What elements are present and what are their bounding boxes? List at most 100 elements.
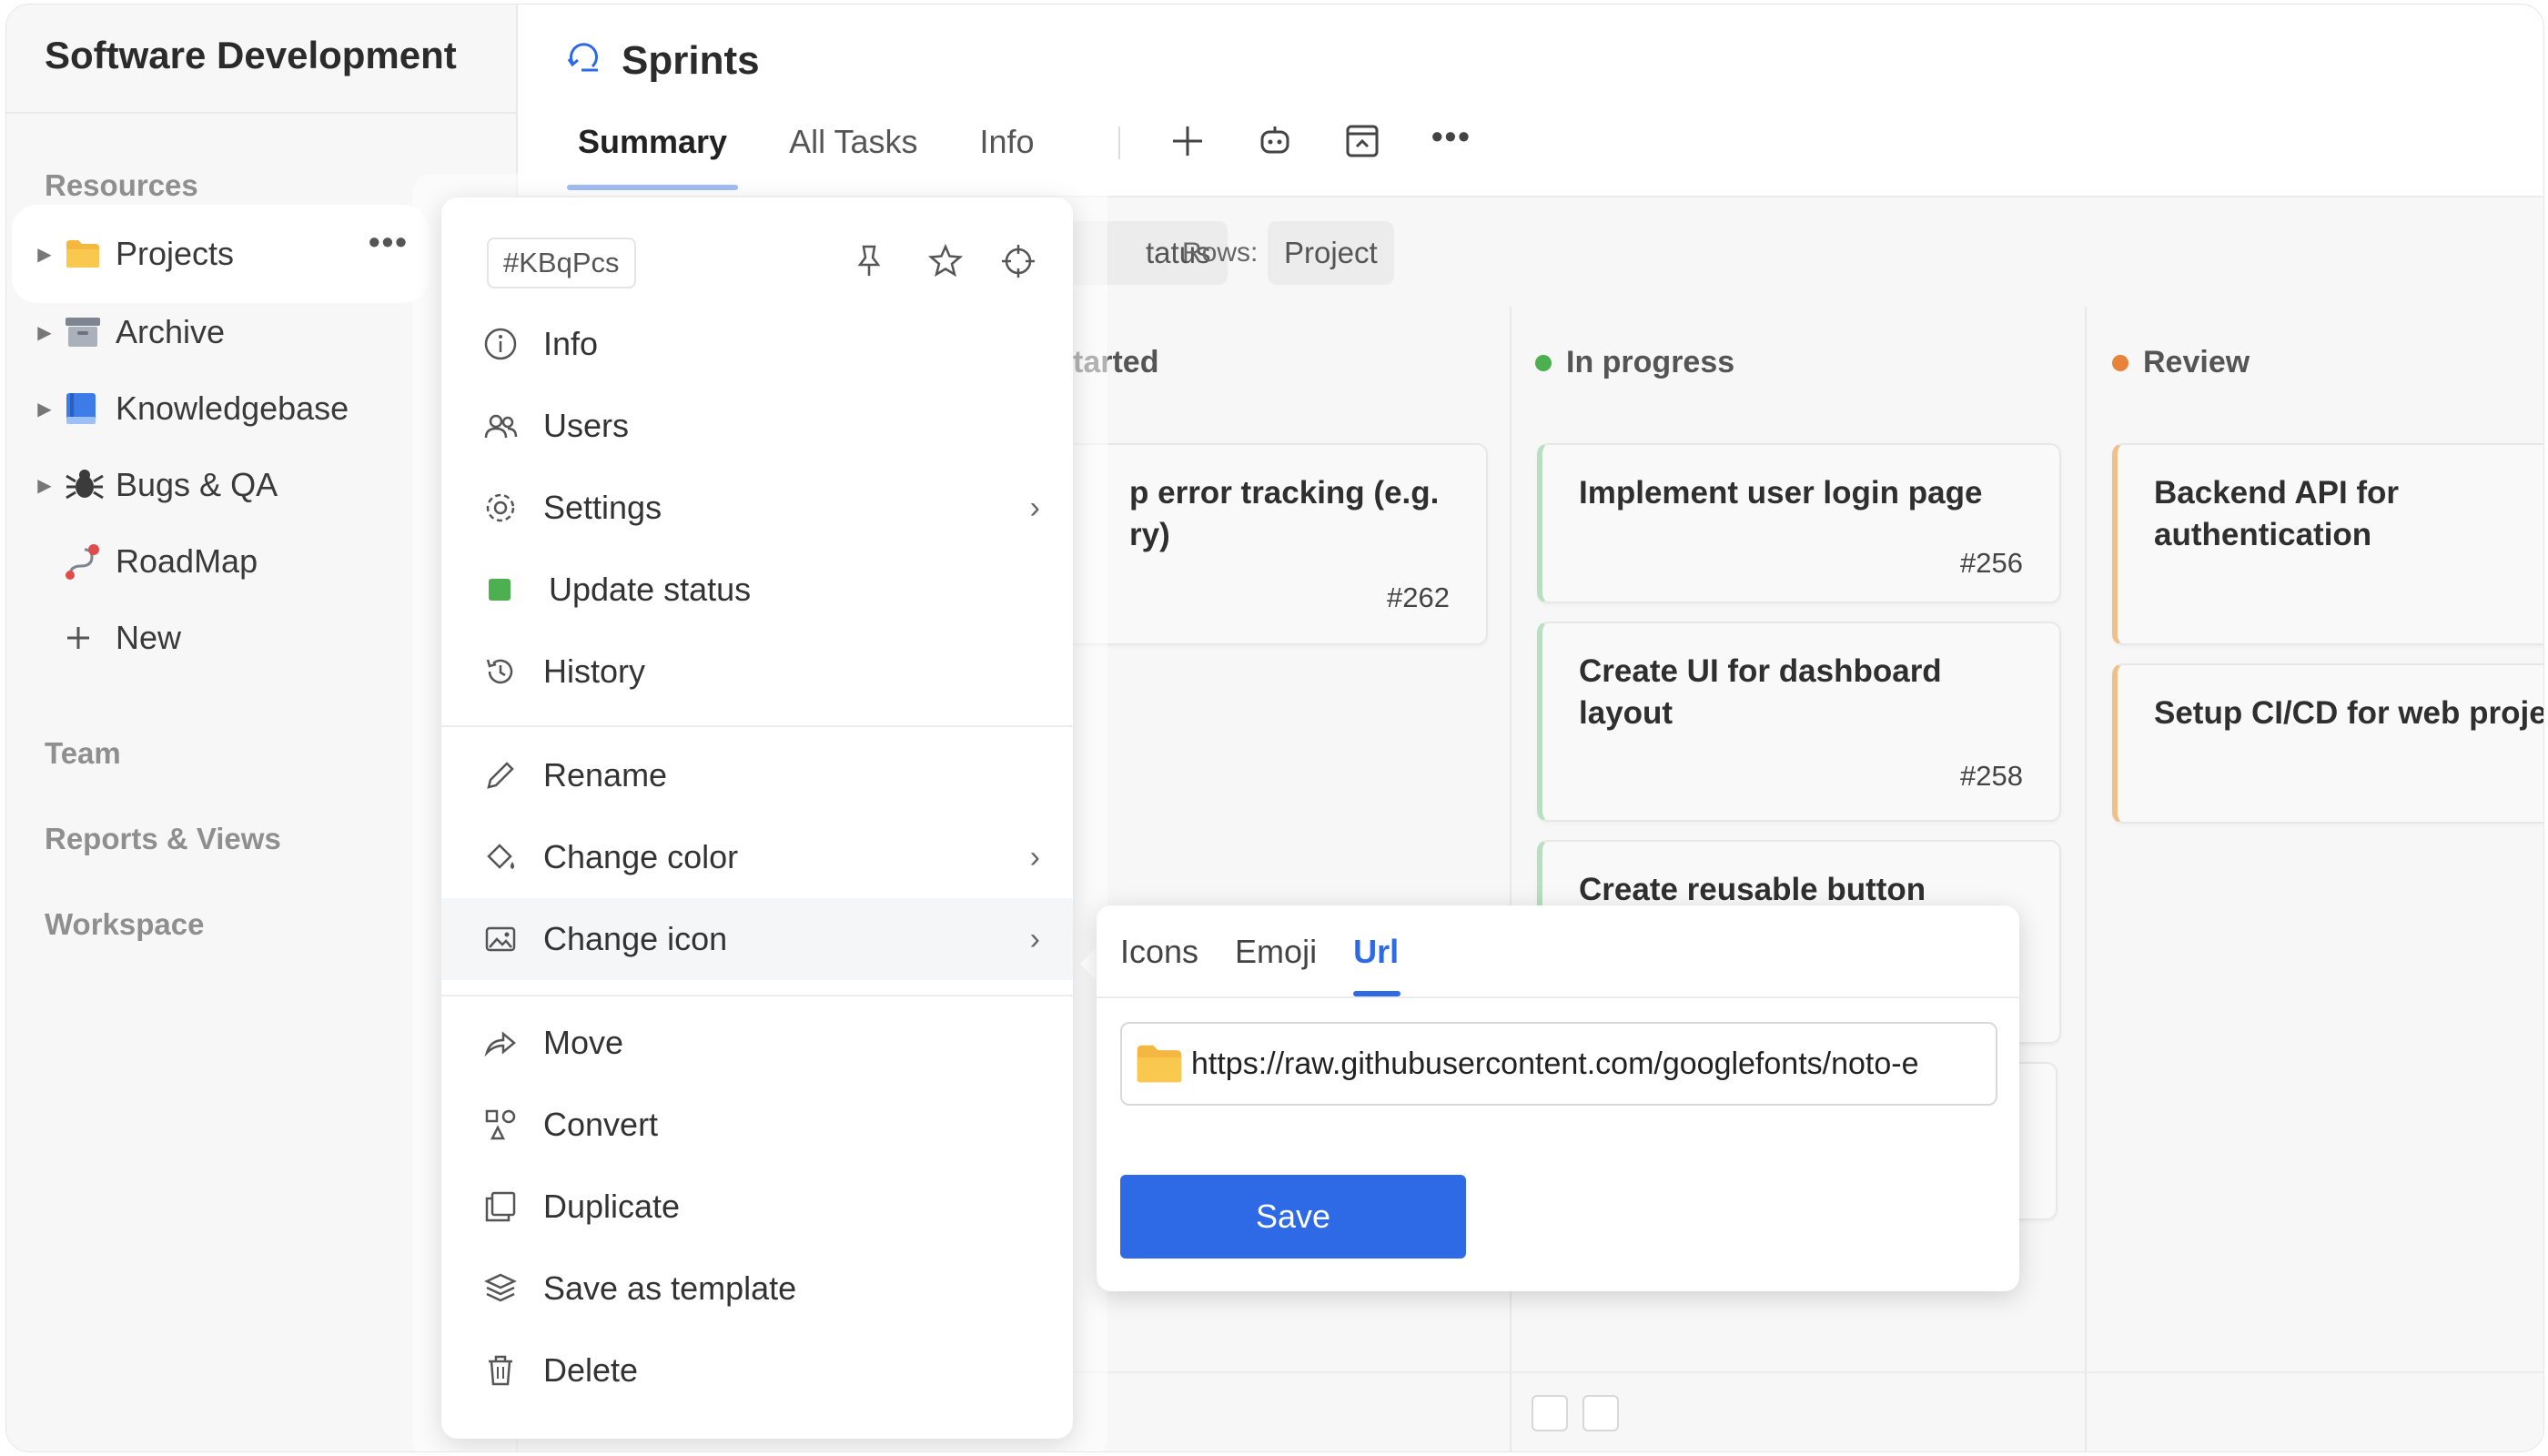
chevron-right-icon: ›	[1029, 490, 1040, 525]
shapes-icon	[483, 1107, 543, 1142]
folder-icon	[1135, 1043, 1184, 1085]
card-title: Backend API for authentication	[2154, 475, 2400, 552]
column-header-in-progress: In progress	[1535, 345, 1734, 380]
panel-icon[interactable]	[1342, 121, 1382, 166]
card-title: p error tracking (e.g. ry)	[1129, 475, 1440, 552]
section-reports-views[interactable]: Reports & Views	[45, 822, 281, 856]
menu-item-rename[interactable]: Rename	[441, 734, 1073, 816]
menu-item-settings[interactable]: Settings ›	[441, 467, 1073, 549]
menu-item-label: Rename	[543, 756, 668, 794]
section-team[interactable]: Team	[45, 736, 121, 771]
status-square-icon	[483, 579, 543, 601]
menu-item-save-template[interactable]: Save as template	[441, 1248, 1073, 1330]
sidebar-item-roadmap[interactable]: RoadMap	[25, 525, 416, 598]
menu-item-label: Move	[543, 1024, 624, 1061]
task-card[interactable]: Create UI for dashboard layout #258	[1537, 622, 2061, 822]
icon-picker-panel: Icons Emoji Url Save	[1097, 905, 2019, 1291]
menu-item-history[interactable]: History	[441, 631, 1073, 713]
item-id-tag[interactable]: #KBqPcs	[487, 238, 636, 288]
menu-item-convert[interactable]: Convert	[441, 1084, 1073, 1166]
menu-item-delete[interactable]: Delete	[441, 1330, 1073, 1411]
checkbox[interactable]	[1532, 1395, 1568, 1431]
sidebar-new-button[interactable]: New	[25, 602, 416, 674]
menu-item-change-icon[interactable]: Change icon ›	[441, 898, 1073, 980]
divider	[441, 995, 1073, 996]
menu-item-duplicate[interactable]: Duplicate	[441, 1166, 1073, 1248]
divider	[441, 725, 1073, 727]
rows-filter[interactable]: Project	[1268, 221, 1394, 285]
image-icon	[483, 922, 543, 956]
chevron-right-icon: ›	[1029, 839, 1040, 875]
icon-picker-tabs: Icons Emoji Url	[1120, 933, 1401, 996]
pencil-icon	[483, 758, 543, 793]
menu-item-move[interactable]: Move	[441, 1002, 1073, 1084]
caret-right-icon[interactable]: ▶	[25, 474, 65, 497]
task-card[interactable]: Backend API for authentication #	[2112, 443, 2543, 645]
view-tabs: Summary All Tasks Info	[566, 123, 1035, 190]
page-title-text: Sprints	[622, 37, 760, 83]
divider	[1097, 996, 2019, 998]
status-dot	[1535, 354, 1552, 371]
bug-icon	[65, 467, 116, 503]
status-dot	[2112, 354, 2128, 371]
tab-all-tasks[interactable]: All Tasks	[789, 123, 917, 161]
menu-item-update-status[interactable]: Update status	[441, 549, 1073, 631]
layers-icon	[483, 1271, 543, 1306]
tab-url[interactable]: Url	[1353, 933, 1401, 996]
card-title: Create UI for dashboard layout	[1579, 653, 1942, 731]
plus-icon	[65, 624, 116, 652]
divider	[1118, 126, 1120, 159]
caret-right-icon[interactable]: ▶	[25, 321, 65, 344]
copy-icon	[483, 1189, 543, 1224]
menu-item-info[interactable]: Info	[441, 303, 1073, 385]
menu-item-label: Convert	[543, 1106, 659, 1143]
sidebar-item-label: Archive	[116, 313, 226, 350]
sidebar-item-projects[interactable]: ▶ Projects	[25, 217, 416, 290]
section-workspace[interactable]: Workspace	[45, 907, 204, 942]
trash-icon	[483, 1353, 543, 1388]
tab-info[interactable]: Info	[979, 123, 1034, 161]
checkbox[interactable]	[1582, 1395, 1619, 1431]
caret-right-icon[interactable]: ▶	[25, 398, 65, 420]
column-divider	[2085, 307, 2087, 1451]
add-icon[interactable]	[1168, 121, 1208, 166]
icon-url-field[interactable]	[1120, 1022, 1997, 1106]
caret-right-icon[interactable]: ▶	[25, 243, 65, 266]
menu-item-label: Change icon	[543, 920, 728, 957]
locate-icon[interactable]	[1000, 243, 1036, 284]
column-title: In progress	[1566, 345, 1735, 379]
folder-icon	[65, 238, 116, 269]
card-number: #262	[1387, 581, 1450, 613]
menu-item-change-color[interactable]: Change color ›	[441, 816, 1073, 898]
rows-label: Rows:	[1182, 238, 1259, 268]
save-button[interactable]: Save	[1120, 1175, 1466, 1259]
sidebar-item-archive[interactable]: ▶ Archive	[25, 296, 416, 369]
chevron-right-icon: ›	[1029, 921, 1040, 956]
more-options-icon[interactable]: •••	[369, 223, 409, 261]
star-icon[interactable]	[927, 243, 964, 284]
archive-icon	[65, 316, 116, 349]
menu-item-label: Info	[543, 325, 599, 362]
menu-item-label: Update status	[549, 571, 752, 608]
menu-item-users[interactable]: Users	[441, 385, 1073, 467]
robot-icon[interactable]	[1255, 121, 1295, 166]
task-card[interactable]: Setup CI/CD for web proje #	[2112, 663, 2543, 824]
tab-summary[interactable]: Summary	[566, 123, 739, 190]
menu-item-label: Users	[543, 407, 630, 444]
sidebar-item-label: Knowledgebase	[116, 389, 349, 427]
info-icon	[483, 327, 543, 361]
menu-item-label: Delete	[543, 1351, 639, 1389]
url-input[interactable]	[1189, 1045, 1921, 1083]
tab-icons[interactable]: Icons	[1120, 933, 1198, 971]
column-title: Review	[2143, 345, 2250, 379]
paint-bucket-icon	[483, 840, 543, 875]
sidebar-item-bugs[interactable]: ▶ Bugs & QA	[25, 449, 416, 521]
task-card[interactable]: Implement user login page #256	[1537, 443, 2061, 603]
tab-emoji[interactable]: Emoji	[1235, 933, 1317, 971]
sidebar-item-label: New	[116, 619, 182, 656]
pin-icon[interactable]	[851, 243, 887, 284]
resources-label: Resources	[45, 168, 198, 202]
history-icon	[483, 654, 543, 689]
more-icon[interactable]: •••	[1431, 117, 1471, 156]
sidebar-item-knowledgebase[interactable]: ▶ Knowledgebase	[25, 372, 416, 445]
